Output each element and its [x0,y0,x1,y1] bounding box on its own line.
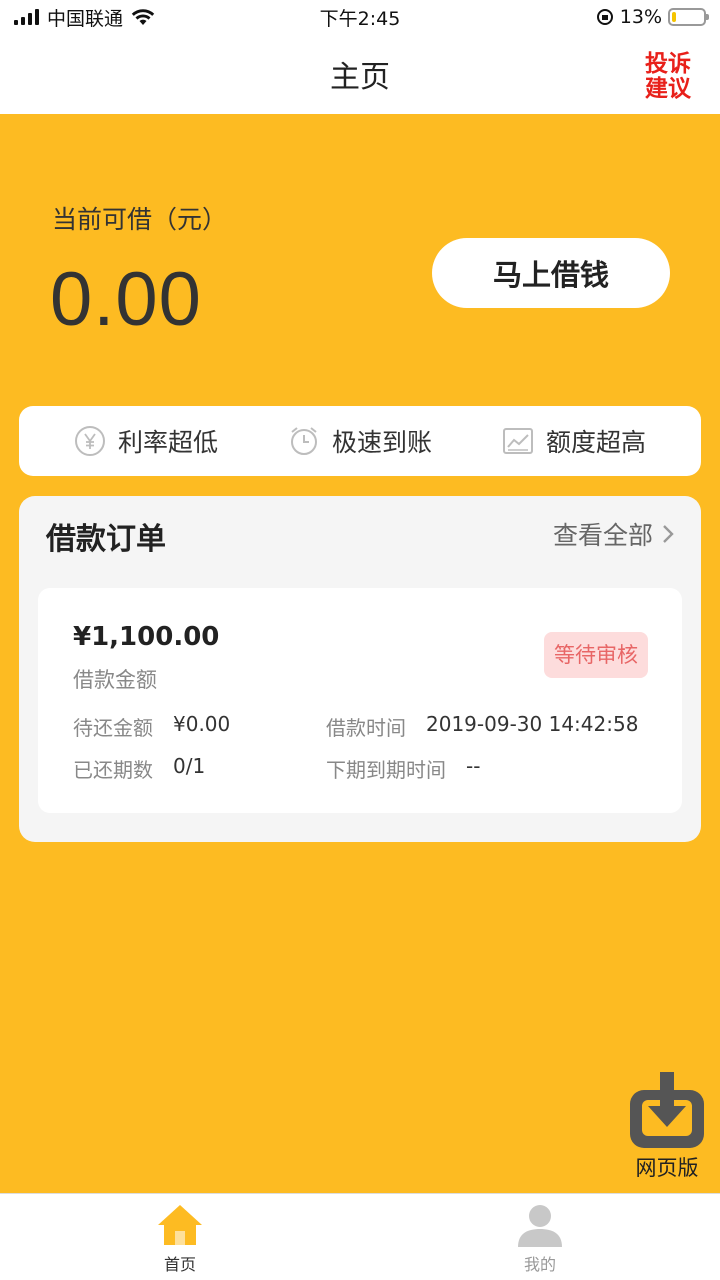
available-credit-amount: 0.00 [50,257,202,342]
battery-icon [668,8,709,26]
home-icon [158,1205,202,1245]
feature-label: 利率超低 [117,428,218,457]
battery-fill [672,12,676,22]
borrow-now-button[interactable]: 马上借钱 [432,238,670,308]
features-bar: 利率超低 极速到账 额度超高 [19,406,701,476]
pending-amount-row: 待还金额 ¥0.00 [73,712,230,741]
orders-title: 借款订单 [46,522,166,557]
feature-high-limit: 额度超高 [502,423,646,459]
carrier-name: 中国联通 [47,7,124,30]
tab-mine-label: 我的 [523,1255,556,1274]
chart-line-icon [502,428,533,454]
pending-amount-label: 待还金额 [73,716,153,740]
status-bar: 中国联通 下午2:45 13% [0,0,720,34]
periods-label: 已还期数 [73,758,153,782]
tab-home-label: 首页 [163,1255,196,1274]
page-title: 主页 [330,60,390,95]
available-credit-label: 当前可借（元） [52,205,228,234]
feature-label: 极速到账 [331,428,432,457]
nav-bar: 主页 投诉 建议 [0,34,720,114]
tab-home[interactable]: 首页 [0,1194,360,1280]
tab-bar: 首页 我的 [0,1193,720,1280]
loan-orders-card: 借款订单 查看全部 ¥1,100.00 借款金额 等待审核 待还金额 ¥0.00… [19,496,701,842]
status-bar-left: 中国联通 [14,4,155,31]
pending-amount-value: ¥0.00 [173,712,231,736]
next-due-label: 下期到期时间 [326,758,446,782]
view-all-link[interactable]: 查看全部 [553,516,675,552]
feature-fast-transfer: 极速到账 [288,423,432,459]
download-icon [630,1072,704,1148]
feature-low-rate: 利率超低 [74,423,218,459]
yen-circle-icon [74,426,105,456]
battery-percent: 13% [619,6,662,28]
order-amount-label: 借款金额 [73,668,157,692]
complaint-label-line1: 投诉 [645,51,691,77]
order-item[interactable]: ¥1,100.00 借款金额 等待审核 待还金额 ¥0.00 借款时间 2019… [38,588,682,813]
next-due-value: -- [466,754,481,778]
wifi-icon [131,9,155,25]
status-bar-right: 13% [596,6,709,28]
web-version-label: 网页版 [635,1156,699,1180]
signal-icon [14,9,39,25]
periods-row: 已还期数 0/1 [73,754,205,783]
borrow-time-value: 2019-09-30 14:42:58 [426,712,639,736]
clock-icon [290,427,317,455]
borrow-time-label: 借款时间 [326,716,406,740]
complaint-button[interactable]: 投诉 建议 [642,52,694,102]
feature-label: 额度超高 [545,428,646,457]
order-amount: ¥1,100.00 [73,622,220,652]
orientation-lock-icon [596,9,613,25]
periods-value: 0/1 [173,754,206,778]
tab-mine[interactable]: 我的 [360,1194,720,1280]
web-version-button[interactable]: 网页版 [628,1072,706,1182]
status-badge: 等待审核 [544,632,648,678]
user-icon [518,1205,562,1247]
view-all-label: 查看全部 [552,521,653,550]
borrow-time-row: 借款时间 2019-09-30 14:42:58 [326,712,638,741]
complaint-label-line2: 建议 [645,76,691,102]
chevron-right-icon [663,525,674,543]
next-due-row: 下期到期时间 -- [326,754,480,783]
